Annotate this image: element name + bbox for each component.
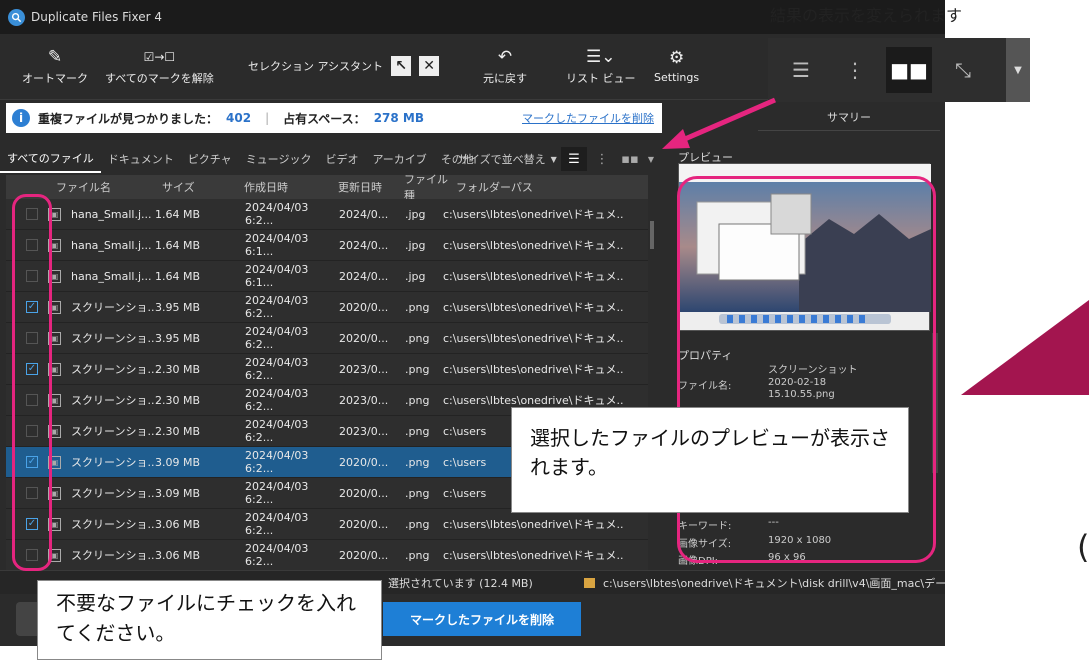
paren-glyph: (	[1077, 528, 1089, 566]
pointer-arrow-head	[662, 129, 690, 149]
magenta-shape	[961, 300, 1089, 395]
preview-callout: 選択したファイルのプレビューが表示されます。	[511, 407, 909, 513]
pointer-arrow-line	[677, 97, 776, 145]
check-callout: 不要なファイルにチェックを入れてください。	[37, 580, 382, 660]
checkbox-highlight	[12, 194, 52, 571]
